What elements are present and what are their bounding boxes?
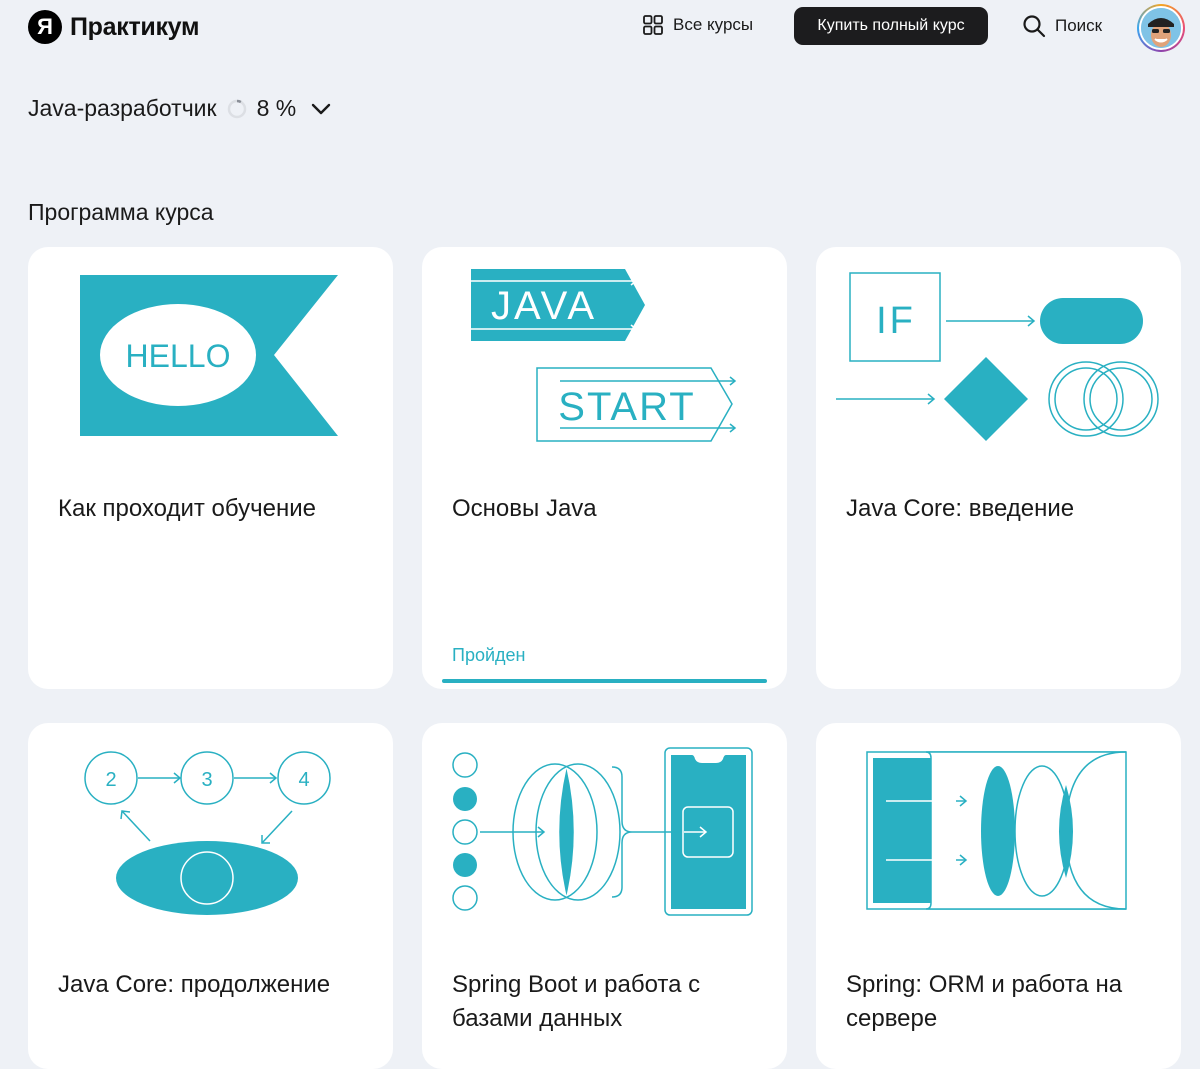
course-card[interactable]: 2 3 4 Java Core: продолжение [28, 723, 393, 1069]
illustration-text: HELLO [126, 338, 231, 374]
card-title: Java Core: продолжение [58, 971, 331, 998]
illustration-text: START [558, 385, 695, 429]
server-lens-illustration [866, 751, 1127, 910]
chevron-down-icon [310, 98, 332, 120]
buy-full-course-button[interactable]: Купить полный курс [794, 7, 988, 45]
illustration-text: IF [876, 300, 916, 342]
illustration-text: 3 [201, 769, 212, 791]
if-flowchart-illustration: IF [836, 272, 1159, 441]
course-card[interactable]: Spring: ORM и работа на сервере [816, 723, 1181, 1069]
progress-ring-icon [227, 99, 247, 119]
hello-flag-illustration: HELLO [80, 275, 338, 436]
phone-lens-illustration [452, 747, 753, 916]
logo[interactable]: Я Практикум [28, 10, 199, 44]
avatar-image [1141, 8, 1181, 48]
program-title: Программа курса [28, 199, 214, 225]
card-title: Spring Boot и работа с базами данных [452, 971, 701, 1032]
all-courses-link[interactable]: Все курсы [642, 14, 753, 36]
progress-bar [442, 679, 767, 683]
course-card[interactable]: JAVA START Основы Java Пройден [422, 247, 787, 689]
status-badge: Пройден [452, 645, 526, 665]
logo-text: Практикум [70, 12, 200, 41]
card-title: Spring: ORM и работа на сервере [846, 971, 1123, 1032]
course-card[interactable]: HELLO Как проходит обучение [28, 247, 393, 689]
search-label: Поиск [1055, 16, 1103, 35]
search-button[interactable]: Поиск [1022, 14, 1102, 38]
avatar[interactable] [1137, 4, 1185, 52]
all-courses-label: Все курсы [673, 15, 754, 34]
course-name: Java-разработчик [28, 95, 217, 121]
search-icon [1022, 14, 1046, 38]
course-card[interactable]: IF Java Core: введение [816, 247, 1181, 689]
card-title: Основы Java [452, 495, 597, 522]
steps-eye-illustration: 2 3 4 [84, 751, 331, 915]
course-selector[interactable]: Java-разработчик 8 % [28, 95, 332, 122]
top-header: Я Практикум Все курсы Купить полный курс… [0, 0, 1200, 56]
illustration-text: 4 [298, 769, 309, 791]
illustration-text: JAVA [491, 284, 597, 328]
illustration-text: 2 [105, 769, 116, 791]
course-progress-percent: 8 % [256, 95, 297, 121]
java-start-illustration: JAVA START [471, 269, 737, 442]
course-card[interactable]: Spring Boot и работа с базами данных [422, 723, 787, 1069]
card-title: Как проходит обучение [58, 495, 316, 522]
grid-icon [642, 14, 664, 36]
logo-mark: Я [28, 10, 62, 44]
card-title: Java Core: введение [846, 495, 1075, 522]
